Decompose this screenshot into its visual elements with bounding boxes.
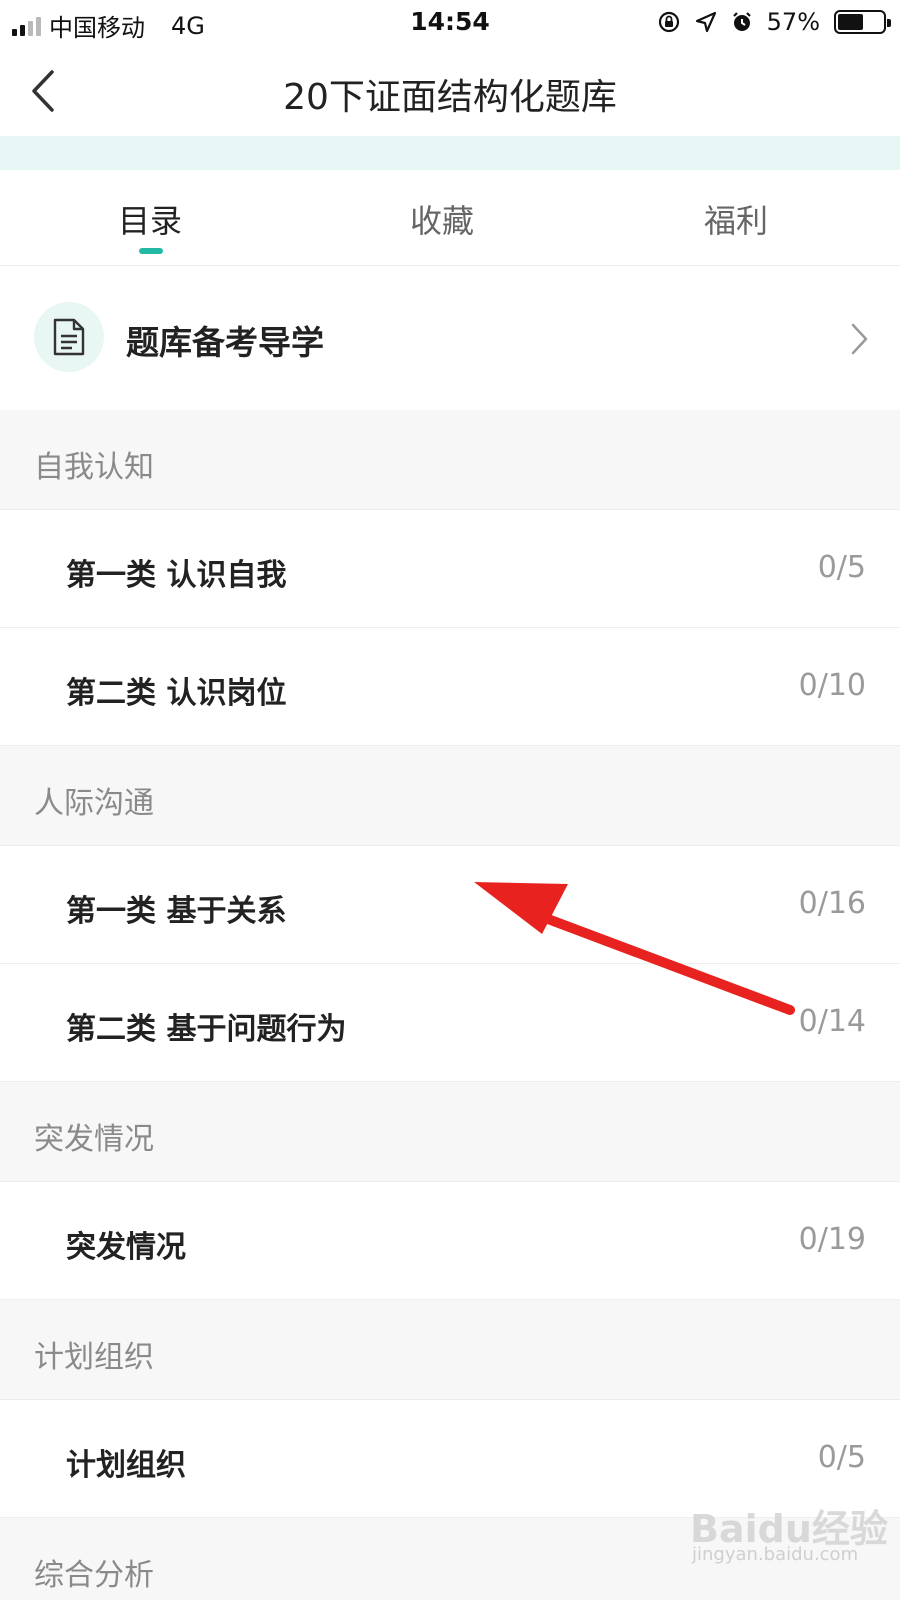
list-item[interactable]: 第二类 认识岗位 0/10 <box>0 628 900 746</box>
baidu-watermark-logo: Baidu经验 jingyan.baidu.com <box>690 1498 890 1568</box>
study-guide-label: 题库备考导学 <box>126 323 324 362</box>
item-progress: 0/14 <box>798 1004 866 1039</box>
section-title: 自我认知 <box>34 450 154 485</box>
battery-icon <box>834 10 891 34</box>
list-item[interactable]: 突发情况 0/19 <box>0 1182 900 1300</box>
item-label: 第二类 认识岗位 <box>66 676 287 711</box>
battery-level <box>838 14 864 30</box>
section-title: 人际沟通 <box>34 786 154 821</box>
chevron-right-icon <box>851 323 868 355</box>
document-icon <box>34 302 104 372</box>
status-bar: 中国移动 4G 14:54 57% <box>0 0 900 44</box>
item-label: 计划组织 <box>66 1448 186 1483</box>
banner-strip <box>0 136 900 170</box>
list-item[interactable]: 第一类 基于关系 0/16 <box>0 846 900 964</box>
section-header: 计划组织 <box>0 1300 900 1400</box>
tab-benefits[interactable]: 福利 <box>676 196 796 242</box>
item-progress: 0/10 <box>798 668 866 703</box>
section-title: 突发情况 <box>34 1122 154 1157</box>
tab-favorites[interactable]: 收藏 <box>382 196 502 242</box>
status-bar-right: 57% <box>657 8 891 36</box>
navigation-bar: 20下证面结构化题库 <box>0 44 900 136</box>
item-progress: 0/16 <box>798 886 866 921</box>
item-progress: 0/5 <box>817 1440 866 1475</box>
item-label: 第二类 基于问题行为 <box>66 1012 347 1047</box>
section-header: 人际沟通 <box>0 746 900 846</box>
section-header: 自我认知 <box>0 410 900 510</box>
list-item[interactable]: 第一类 认识自我 0/5 <box>0 510 900 628</box>
item-label: 突发情况 <box>66 1230 186 1265</box>
section-header: 突发情况 <box>0 1082 900 1182</box>
alarm-icon <box>732 12 751 31</box>
location-arrow-icon <box>695 11 716 33</box>
tab-bar: 目录 收藏 福利 <box>0 170 900 266</box>
item-label: 第一类 认识自我 <box>66 558 287 593</box>
item-label: 第一类 基于关系 <box>66 894 287 929</box>
section-title: 计划组织 <box>34 1340 154 1375</box>
list-item[interactable]: 第二类 基于问题行为 0/14 <box>0 964 900 1082</box>
study-guide-row[interactable]: 题库备考导学 <box>0 266 900 410</box>
tab-catalog[interactable]: 目录 <box>90 196 210 242</box>
item-progress: 0/19 <box>798 1222 866 1257</box>
section-title: 综合分析 <box>34 1558 154 1593</box>
battery-percent: 57% <box>766 8 820 36</box>
page-title: 20下证面结构化题库 <box>283 77 617 118</box>
item-progress: 0/5 <box>817 550 866 585</box>
rotation-lock-icon <box>658 11 679 33</box>
active-tab-indicator <box>139 248 163 254</box>
watermark-url: jingyan.baidu.com <box>692 1544 859 1565</box>
